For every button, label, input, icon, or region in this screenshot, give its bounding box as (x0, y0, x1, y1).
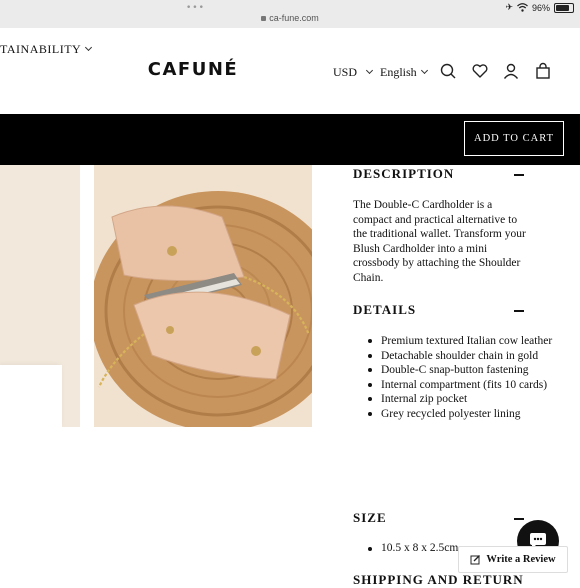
list-item: Double-C snap-button fastening (368, 363, 561, 378)
description-text: The Double-C Cardholder is a compact and… (353, 199, 526, 284)
site-header: TAINABILITY CAFUNÉ USD English (0, 28, 580, 114)
collapse-description-icon[interactable] (514, 174, 524, 176)
currency-label: USD (333, 65, 358, 79)
list-item: Premium textured Italian cow leather (368, 334, 561, 349)
chevron-down-icon (365, 66, 374, 75)
write-review-label: Write a Review (486, 554, 556, 565)
list-item: Grey recycled polyester lining (368, 407, 561, 422)
white-box-shape (0, 365, 62, 427)
description-heading[interactable]: DESCRIPTION (353, 166, 454, 182)
size-heading[interactable]: SIZE (353, 510, 387, 526)
product-image-previous[interactable] (0, 165, 80, 427)
user-icon[interactable] (502, 62, 520, 80)
tab-overview-dots[interactable]: ••• (186, 3, 205, 13)
cardholder-photo (94, 165, 312, 427)
battery-percent: 96% (531, 2, 550, 13)
chevron-down-icon (420, 66, 428, 75)
url-text: ca-fune.com (269, 13, 319, 23)
chevron-down-icon (85, 43, 93, 52)
address-bar[interactable]: ca-fune.com (160, 13, 420, 23)
bullet-dot (368, 547, 372, 551)
size-value: 10.5 x 8 x 2.5cm (381, 542, 459, 554)
collapse-details-icon[interactable] (514, 310, 524, 312)
product-image-cardholder[interactable] (94, 165, 312, 427)
details-list: Premium textured Italian cow leather Det… (353, 334, 561, 422)
pencil-icon (470, 555, 481, 565)
nav-item-label: TAINABILITY (0, 42, 82, 56)
details-heading[interactable]: DETAILS (353, 302, 416, 318)
nav-item-sustainability[interactable]: TAINABILITY (0, 42, 93, 57)
brand-logo[interactable]: CAFUNÉ (146, 59, 240, 80)
lock-icon (261, 16, 267, 21)
heart-icon[interactable] (471, 62, 489, 80)
sticky-cart-bar: ADD TO CART (0, 114, 580, 165)
list-item: Internal zip pocket (368, 392, 561, 407)
language-selector[interactable]: English (380, 65, 428, 80)
bag-icon[interactable] (534, 62, 552, 80)
system-status: ✈ 96% (505, 2, 574, 13)
language-label: English (380, 65, 417, 79)
add-to-cart-button[interactable]: ADD TO CART (464, 121, 564, 156)
wifi-icon (517, 3, 528, 12)
browser-status-bar: ••• ca-fune.com ✈ 96% (0, 0, 580, 28)
list-item: Internal compartment (fits 10 cards) (368, 378, 561, 393)
currency-selector[interactable]: USD (333, 65, 374, 80)
search-icon[interactable] (439, 62, 457, 80)
write-review-button[interactable]: Write a Review (458, 546, 568, 573)
collapse-size-icon[interactable] (514, 518, 524, 520)
shipping-heading[interactable]: SHIPPING AND RETURN (353, 572, 524, 588)
battery-icon (554, 2, 574, 13)
airplane-icon: ✈ (505, 2, 513, 12)
list-item: Detachable shoulder chain in gold (368, 349, 561, 364)
